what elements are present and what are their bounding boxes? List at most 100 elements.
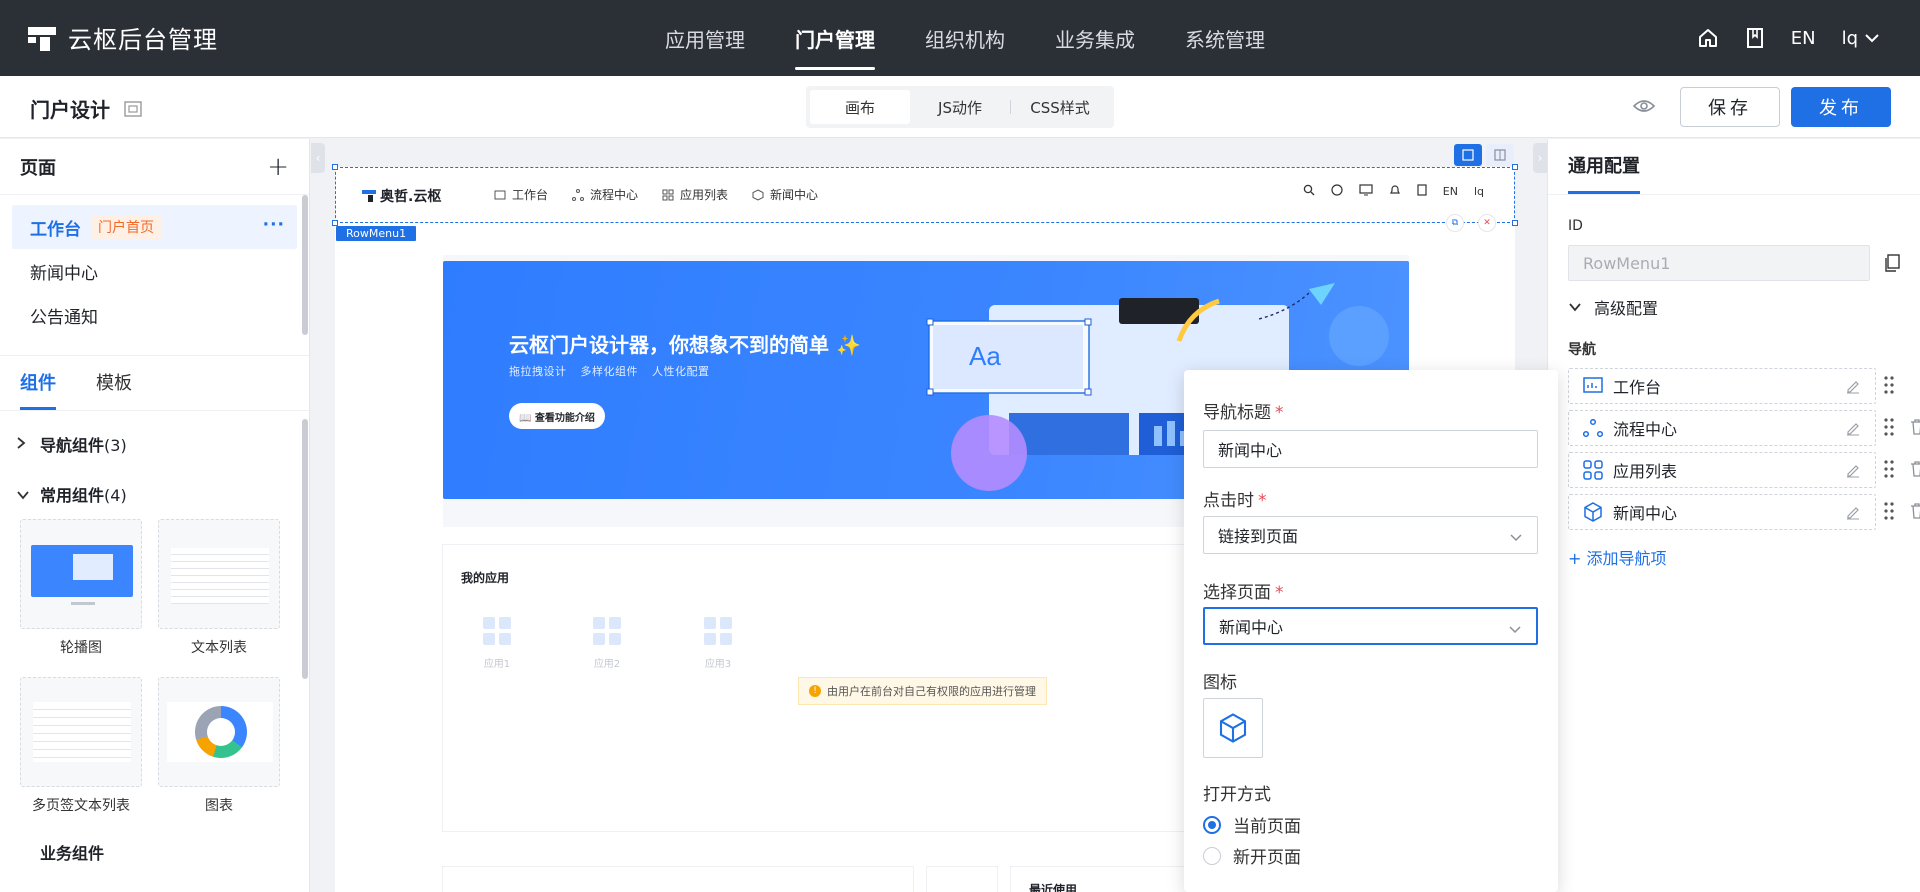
row-menu-user[interactable]: lq bbox=[1474, 185, 1484, 198]
nav-title-input[interactable]: 新闻中心 bbox=[1203, 430, 1538, 468]
nav-item-portal[interactable]: 门户管理 bbox=[770, 0, 900, 76]
bottom-widget-left[interactable] bbox=[443, 867, 913, 892]
top-navbar: 云枢后台管理 应用管理 门户管理 组织机构 业务集成 系统管理 EN lq bbox=[0, 0, 1920, 76]
select-page-select[interactable]: 新闻中心 bbox=[1203, 607, 1538, 645]
theme-icon[interactable] bbox=[1331, 184, 1343, 199]
row-menu-item-apps[interactable]: 应用列表 bbox=[662, 186, 728, 203]
delete-component-icon[interactable]: ✕ bbox=[1478, 214, 1496, 232]
copy-component-icon[interactable]: ⧉ bbox=[1446, 214, 1464, 232]
advanced-config-toggle[interactable]: 高级配置 bbox=[1568, 295, 1658, 319]
publish-button[interactable]: 发布 bbox=[1791, 87, 1891, 127]
save-button[interactable]: 保存 bbox=[1680, 87, 1780, 127]
edit-icon[interactable] bbox=[1845, 378, 1861, 398]
layout-icon[interactable] bbox=[1486, 144, 1514, 166]
open-current-page-radio[interactable]: 当前页面 bbox=[1203, 812, 1301, 837]
pages-scrollbar[interactable] bbox=[302, 195, 308, 335]
language-switch[interactable]: EN bbox=[1791, 28, 1816, 49]
copy-icon[interactable] bbox=[1884, 254, 1900, 276]
row-menu-component[interactable]: 奥哲.云枢 工作台 流程中心 应用列表 新闻中心 EN lq RowMenu1 bbox=[332, 144, 1518, 241]
homepage-tag: 门户首页 bbox=[91, 215, 161, 239]
chevron-down-icon bbox=[16, 485, 30, 504]
tab-components[interactable]: 组件 bbox=[20, 354, 56, 410]
nav-config-row[interactable]: 应用列表 bbox=[1568, 452, 1876, 488]
page-item-news[interactable]: 新闻中心 bbox=[12, 249, 297, 293]
row-menu-item-news[interactable]: 新闻中心 bbox=[752, 186, 818, 203]
components-scrollbar[interactable] bbox=[302, 419, 308, 679]
edit-icon[interactable] bbox=[1845, 462, 1861, 482]
nav-config-row[interactable]: 流程中心 bbox=[1568, 410, 1876, 446]
book-icon[interactable] bbox=[1417, 184, 1427, 199]
grid-icon bbox=[1583, 460, 1603, 480]
icon-picker[interactable] bbox=[1203, 698, 1263, 758]
app-logo[interactable]: 云枢后台管理 bbox=[28, 20, 218, 55]
nav-config-row[interactable]: 工作台 bbox=[1568, 368, 1876, 404]
on-click-select[interactable]: 链接到页面 bbox=[1203, 516, 1538, 554]
nav-config-row[interactable]: 新闻中心 bbox=[1568, 494, 1876, 530]
resize-handle[interactable] bbox=[1512, 220, 1518, 226]
page-item-workbench[interactable]: 工作台 门户首页 ··· bbox=[12, 205, 297, 249]
open-new-page-radio[interactable]: 新开页面 bbox=[1203, 843, 1301, 868]
fullwidth-icon[interactable] bbox=[1454, 144, 1482, 166]
feature-intro-button[interactable]: 📖 查看功能介绍 bbox=[509, 403, 605, 429]
row-menu-item-label: 流程中心 bbox=[590, 188, 639, 202]
nav-item-integration[interactable]: 业务集成 bbox=[1030, 0, 1160, 76]
component-carousel[interactable]: 轮播图 bbox=[20, 519, 142, 657]
nav-item-system[interactable]: 系统管理 bbox=[1160, 0, 1290, 76]
tab-templates[interactable]: 模板 bbox=[96, 354, 132, 410]
flow-icon bbox=[572, 188, 585, 201]
component-chart[interactable]: 图表 bbox=[158, 677, 280, 815]
label-text: 选择页面 bbox=[1203, 583, 1271, 603]
collapse-left-icon[interactable]: ‹ bbox=[311, 143, 325, 173]
radio-label: 新开页面 bbox=[1233, 848, 1301, 868]
drag-handle-icon[interactable] bbox=[1883, 501, 1895, 525]
row-menu-lang[interactable]: EN bbox=[1443, 185, 1458, 198]
resize-handle[interactable] bbox=[332, 164, 338, 170]
app-item-3[interactable]: 应用3 bbox=[704, 617, 732, 670]
nav-config-label: 工作台 bbox=[1613, 378, 1662, 397]
user-menu[interactable]: lq bbox=[1842, 28, 1880, 49]
component-grid: 轮播图 文本列表 多页签文本列表 图表 bbox=[0, 519, 309, 815]
delete-icon[interactable] bbox=[1910, 418, 1920, 440]
monitor-icon[interactable] bbox=[1359, 184, 1373, 199]
app-item-2[interactable]: 应用2 bbox=[593, 617, 621, 670]
more-icon[interactable]: ··· bbox=[263, 215, 285, 235]
resize-handle[interactable] bbox=[332, 220, 338, 226]
resize-handle[interactable] bbox=[1512, 164, 1518, 170]
add-nav-item-button[interactable]: + 添加导航项 bbox=[1568, 545, 1667, 569]
edit-icon[interactable] bbox=[1845, 504, 1861, 524]
tab-canvas[interactable]: 画布 bbox=[810, 90, 910, 124]
tab-css-styles[interactable]: CSS样式 bbox=[1010, 90, 1110, 124]
row-menu-item-workbench[interactable]: 工作台 bbox=[494, 186, 548, 203]
user-name: lq bbox=[1841, 27, 1858, 49]
page-item-notice[interactable]: 公告通知 bbox=[12, 293, 297, 337]
row-menu-item-flow[interactable]: 流程中心 bbox=[572, 186, 638, 203]
nav-item-apps[interactable]: 应用管理 bbox=[640, 0, 770, 76]
tab-general-config[interactable]: 通用配置 bbox=[1568, 138, 1640, 194]
bell-icon[interactable] bbox=[1389, 184, 1401, 199]
svg-text:Aa: Aa bbox=[969, 341, 1001, 371]
preview-eye-icon[interactable] bbox=[1632, 96, 1656, 120]
tab-js-actions[interactable]: JS动作 bbox=[910, 90, 1010, 124]
drag-handle-icon[interactable] bbox=[1883, 417, 1895, 441]
nav-item-org[interactable]: 组织机构 bbox=[900, 0, 1030, 76]
app-item-1[interactable]: 应用1 bbox=[483, 617, 511, 670]
book-icon[interactable] bbox=[1745, 27, 1765, 49]
edit-icon[interactable] bbox=[1845, 420, 1861, 440]
select-value: 新闻中心 bbox=[1219, 618, 1284, 637]
drag-handle-icon[interactable] bbox=[1883, 459, 1895, 483]
group-common-components[interactable]: 常用组件(4) bbox=[0, 469, 309, 519]
delete-icon[interactable] bbox=[1910, 460, 1920, 482]
search-icon[interactable] bbox=[1303, 184, 1315, 199]
app-title: 云枢后台管理 bbox=[68, 26, 218, 54]
component-text-list[interactable]: 文本列表 bbox=[158, 519, 280, 657]
collapse-right-icon[interactable]: › bbox=[1533, 143, 1547, 173]
component-tabbed-text-list[interactable]: 多页签文本列表 bbox=[20, 677, 142, 815]
add-page-icon[interactable]: + bbox=[267, 152, 289, 182]
home-icon[interactable] bbox=[1697, 27, 1719, 49]
drag-handle-icon[interactable] bbox=[1883, 375, 1895, 399]
id-field[interactable]: RowMenu1 bbox=[1568, 245, 1870, 281]
group-business-components[interactable]: 业务组件 bbox=[0, 827, 309, 877]
group-nav-components[interactable]: 导航组件(3) bbox=[0, 419, 309, 469]
bottom-widget-mid[interactable] bbox=[927, 867, 997, 892]
delete-icon[interactable] bbox=[1910, 502, 1920, 524]
